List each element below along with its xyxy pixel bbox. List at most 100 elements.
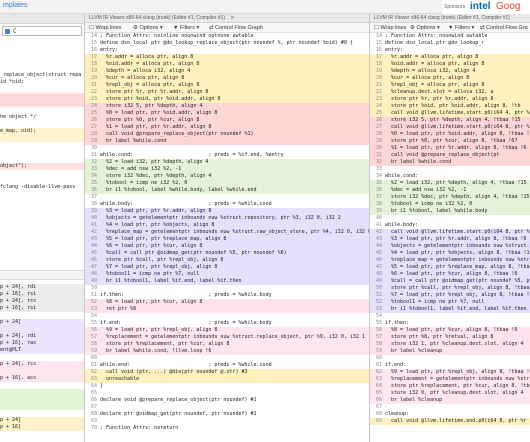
code-line[interactable]: 40 xyxy=(370,215,530,222)
code-line[interactable] xyxy=(0,312,84,319)
code-line[interactable]: 30 xyxy=(85,145,369,152)
code-line[interactable]: 55 if.then: xyxy=(370,320,530,327)
code-line[interactable] xyxy=(0,354,84,361)
code-line[interactable]: id *oid; xyxy=(0,79,84,86)
code-line[interactable]: 39 %3 = load ptr, ptr %r.addr, align 8 xyxy=(85,208,369,215)
pane-tab[interactable]: LLVM IR Viewer x86-64 clang (trunk) (Edi… xyxy=(85,14,369,23)
code-line[interactable]: 44 %objects = getelementptr inbounds nuw… xyxy=(370,243,530,250)
code-line[interactable]: 59 br label %while.cond, !llvm.loop !6 xyxy=(85,348,369,355)
code-line[interactable]: 43 %3 = load ptr, ptr %r.addr, align 8, … xyxy=(370,236,530,243)
wrap-lines-toggle[interactable]: ☐ Wrap lines xyxy=(89,23,121,33)
code-line[interactable]: p + 24], rcx xyxy=(0,361,84,368)
code-line[interactable]: 41 %4 = load ptr, ptr %objects, align 8 xyxy=(85,222,369,229)
code-line[interactable]: 57 store ptr %8, ptr %retval, align 8 xyxy=(370,334,530,341)
code-line[interactable] xyxy=(0,149,84,156)
code-line[interactable]: 22 store ptr %r, ptr %r.addr, align 8 xyxy=(85,89,369,96)
code-line[interactable]: 66 br label %cleanup xyxy=(370,397,530,404)
code-line[interactable]: p + 24] xyxy=(0,417,84,424)
code-line[interactable] xyxy=(0,177,84,184)
code-line[interactable]: 53 ret ptr %8 xyxy=(85,306,369,313)
code-line[interactable] xyxy=(0,403,84,410)
code-line[interactable]: p + 16], rax xyxy=(0,340,84,347)
code-line[interactable]: 29 br label %while.cond xyxy=(85,138,369,145)
code-line[interactable]: 25 call void @llvm.lifetime.start.p0(i64… xyxy=(370,110,530,117)
code-line[interactable]: 64} xyxy=(85,383,369,390)
code-line[interactable] xyxy=(0,107,84,114)
llvm-ir-viewer-2[interactable]: LLVM IR Viewer x86-64 clang (trunk) (Edi… xyxy=(370,14,530,442)
code-line[interactable]: 70; Function Attrs: noreturn xyxy=(85,425,369,432)
code-line[interactable]: p + 16], rsi xyxy=(0,291,84,298)
code-line[interactable]: 16 entry: xyxy=(85,47,369,54)
assembly-output[interactable]: p + 24], rdi p + 16], rsi p + 24], rcx p + … xyxy=(0,284,84,442)
code-line[interactable]: 54 xyxy=(370,313,530,320)
code-line[interactable]: 19 %depth = alloca i32, align 4 xyxy=(370,68,530,75)
code-line[interactable]: 28 call void @prepare_replace_object(ptr… xyxy=(85,131,369,138)
code-line[interactable]: p + 24], rdi xyxy=(0,333,84,340)
code-line[interactable]: 37 xyxy=(85,194,369,201)
code-line[interactable]: 15 define dso_local ptr @do_lookup_r xyxy=(370,40,530,47)
code-line[interactable]: 53 br i1 %tobool1, label %if.end, label … xyxy=(370,306,530,313)
code-line[interactable]: 48 %6 = load ptr, ptr %cur, align 8, !tb… xyxy=(370,271,530,278)
code-line[interactable] xyxy=(0,121,84,128)
code-line[interactable]: 62 call void (ptr, ...) @die(ptr noundef… xyxy=(85,369,369,376)
code-line[interactable]: p + 24] xyxy=(0,319,84,326)
code-line[interactable]: p + 16] xyxy=(0,424,84,431)
code-line[interactable]: 18 %oid.addr = alloca ptr, align 8 xyxy=(85,61,369,68)
code-line[interactable]: e_map, oid); xyxy=(0,128,84,135)
code-line[interactable]: 34 while.cond: xyxy=(370,173,530,180)
code-line[interactable]: 33 %dec = add nsw i32 %2, -1 xyxy=(85,166,369,173)
code-line[interactable]: fclang -disable-llvm-pass xyxy=(0,184,84,191)
code-line[interactable]: 52 %tobool1 = icmp ne ptr %7, null xyxy=(370,299,530,306)
code-line[interactable]: 60 xyxy=(85,355,369,362)
code-line[interactable]: 63 %replacement = getelementptr inbounds… xyxy=(370,376,530,383)
code-line[interactable] xyxy=(0,86,84,93)
options-dropdown[interactable]: ⚙ Options ▾ xyxy=(133,23,163,33)
code-line[interactable]: 69 xyxy=(85,418,369,425)
code-line[interactable]: 42 call void @llvm.lifetime.start.p0(i64… xyxy=(370,229,530,236)
code-line[interactable]: 67 xyxy=(370,404,530,411)
code-line[interactable]: 30 %1 = load ptr, ptr %r.addr, align 8, … xyxy=(370,145,530,152)
code-line[interactable]: p + 16], acx xyxy=(0,375,84,382)
code-line[interactable]: 40 %objects = getelementptr inbounds nuw… xyxy=(85,215,369,222)
code-line[interactable]: 49 %call = call ptr @oidmap_get(ptr noun… xyxy=(370,278,530,285)
control-flow-graph-button[interactable]: ⇄ Control Flow Graph xyxy=(209,23,263,33)
code-line[interactable]: 20 %cur = alloca ptr, align 8 xyxy=(85,75,369,82)
code-line[interactable]: 55 if.end: ; preds = %while.body xyxy=(85,320,369,327)
code-line[interactable]: 31 call void @prepare_replace_object(pt xyxy=(370,152,530,159)
templates-link[interactable]: mplates xyxy=(3,2,28,9)
code-line[interactable]: 37 store i32 %dec, ptr %depth, align 4, … xyxy=(370,194,530,201)
code-line[interactable]: 61 if.end: xyxy=(370,362,530,369)
code-line[interactable]: 68 cleanup: xyxy=(370,411,530,418)
code-line[interactable]: _replace_object(struct repa xyxy=(0,72,84,79)
code-line[interactable]: 17 %r.addr = alloca ptr, align 8 xyxy=(85,54,369,61)
code-line[interactable]: 38 %tobool = icmp ne i32 %2, 0 xyxy=(370,201,530,208)
code-line[interactable] xyxy=(0,410,84,417)
close-icon[interactable]: ✕ xyxy=(230,15,234,21)
code-line[interactable]: 50 store ptr %call, ptr %repl_obj, align… xyxy=(370,285,530,292)
code-line[interactable]: 26 store ptr %0, ptr %cur, align 8 xyxy=(85,117,369,124)
code-line[interactable]: 21 %repl_obj = alloca ptr, align 8 xyxy=(85,82,369,89)
code-line[interactable]: p + 16], rsi xyxy=(0,305,84,312)
code-line[interactable]: 59 br label %cleanup xyxy=(370,348,530,355)
pane-tab[interactable]: LLVM IR Viewer x86-64 clang (trunk) (Edi… xyxy=(370,14,530,23)
language-dropdown[interactable]: C xyxy=(2,26,82,36)
filters-dropdown[interactable]: ▼ Filters ▾ xyxy=(448,23,474,33)
code-line[interactable]: 47 %7 = load ptr, ptr %repl_obj, align 8 xyxy=(85,264,369,271)
code-line[interactable] xyxy=(0,93,84,100)
code-line[interactable]: 46 store ptr %call, ptr %repl_obj, align… xyxy=(85,257,369,264)
code-line[interactable]: 58 store ptr %replacement, ptr %cur, ali… xyxy=(85,341,369,348)
code-line[interactable]: object"); xyxy=(0,163,84,170)
code-line[interactable]: 51 if.then: ; preds = %while.body xyxy=(85,292,369,299)
code-line[interactable]: 69 call void @llvm.lifetime.end.p0(i64 8… xyxy=(370,418,530,425)
code-line[interactable] xyxy=(0,135,84,142)
code-line[interactable]: 28 %0 = load ptr, ptr %oid.addr, align 8… xyxy=(370,131,530,138)
code-line[interactable] xyxy=(0,170,84,177)
code-line[interactable]: he object */ xyxy=(0,114,84,121)
code-line[interactable] xyxy=(0,100,84,107)
code-line[interactable]: 27 %1 = load ptr, ptr %r.addr, align 8 xyxy=(85,124,369,131)
sponsor-banner[interactable]: Sponsors intel Goog xyxy=(442,0,530,14)
code-line[interactable]: 46 %replace_map = getelementptr inbounds… xyxy=(370,257,530,264)
code-line[interactable]: 32 br label %while.cond xyxy=(370,159,530,166)
code-line[interactable]: 42 %replace_map = getelementptr inbounds… xyxy=(85,229,369,236)
code-line[interactable]: 45 %4 = load ptr, ptr %objects, align 8,… xyxy=(370,250,530,257)
